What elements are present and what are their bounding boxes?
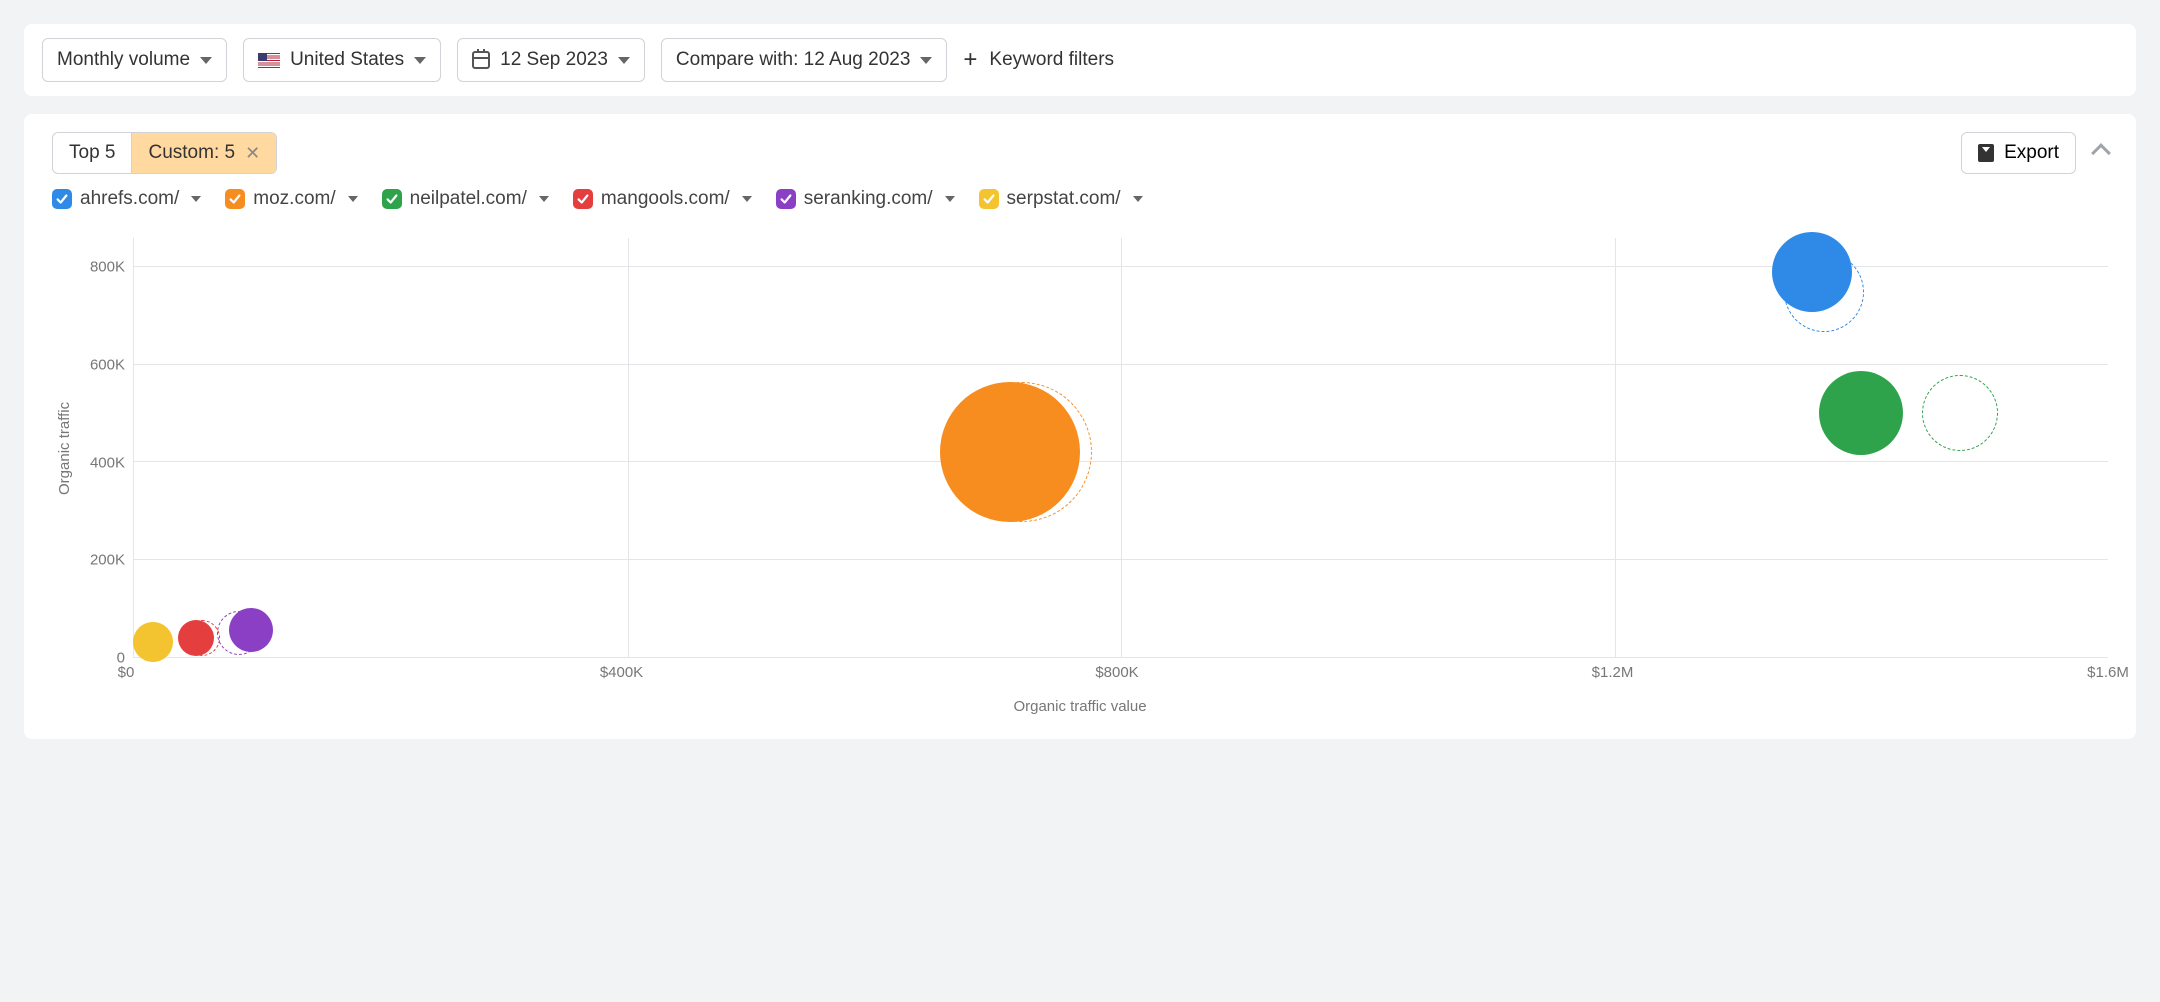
legend-label: moz.com/ [253,188,335,210]
checkbox-icon [382,189,402,209]
compare-dropdown[interactable]: Compare with: 12 Aug 2023 [661,38,948,82]
chart-bubble[interactable] [133,622,173,662]
calendar-icon [472,51,490,69]
volume-label: Monthly volume [57,49,190,71]
chart-bubble[interactable] [178,620,214,656]
legend-item[interactable]: mangools.com/ [573,188,752,210]
volume-dropdown[interactable]: Monthly volume [42,38,227,82]
x-tick: $1.2M [1592,664,1634,681]
chart-bubble[interactable] [1772,232,1852,312]
x-tick: $800K [1095,664,1138,681]
close-icon[interactable]: ✕ [245,143,260,164]
competitor-tab-group: Top 5 Custom: 5 ✕ [52,132,277,174]
legend-item[interactable]: seranking.com/ [776,188,955,210]
legend-label: seranking.com/ [804,188,933,210]
download-icon [1978,144,1994,162]
us-flag-icon [258,53,280,68]
caret-down-icon [920,57,932,64]
tab-custom[interactable]: Custom: 5 ✕ [132,133,276,173]
legend-label: neilpatel.com/ [410,188,527,210]
chart-bubble[interactable] [940,382,1080,522]
chart-legend: ahrefs.com/moz.com/neilpatel.com/mangool… [52,188,2108,210]
x-tick: $1.6M [2087,664,2129,681]
plus-icon: + [963,48,977,72]
country-label: United States [290,49,404,71]
y-tick: 600K [90,356,125,373]
chart-plot[interactable] [133,238,2108,658]
caret-down-icon [618,57,630,64]
legend-item[interactable]: ahrefs.com/ [52,188,201,210]
x-tick: $400K [600,664,643,681]
legend-item[interactable]: neilpatel.com/ [382,188,549,210]
keyword-filters-label: Keyword filters [989,49,1114,71]
chart-bubble[interactable] [1922,375,1998,451]
caret-down-icon [1133,196,1143,202]
checkbox-icon [52,189,72,209]
chart-panel: Top 5 Custom: 5 ✕ Export ahrefs.com/moz.… [24,114,2136,739]
y-tick: 200K [90,552,125,569]
legend-label: ahrefs.com/ [80,188,179,210]
checkbox-icon [225,189,245,209]
tab-top5[interactable]: Top 5 [53,133,132,173]
compare-label: Compare with: 12 Aug 2023 [676,49,911,71]
caret-down-icon [348,196,358,202]
filter-bar: Monthly volume United States 12 Sep 2023… [24,24,2136,96]
caret-down-icon [191,196,201,202]
gridline [1615,238,1616,657]
checkbox-icon [573,189,593,209]
gridline [1121,238,1122,657]
checkbox-icon [776,189,796,209]
legend-item[interactable]: moz.com/ [225,188,357,210]
caret-down-icon [200,57,212,64]
caret-down-icon [539,196,549,202]
y-tick: 400K [90,454,125,471]
x-axis-label: Organic traffic value [52,698,2108,715]
chart-area: Organic traffic 0200K400K600K800K [52,238,2108,658]
chart-bubble[interactable] [229,608,273,652]
legend-label: serpstat.com/ [1007,188,1121,210]
legend-label: mangools.com/ [601,188,730,210]
export-button[interactable]: Export [1961,132,2076,174]
country-dropdown[interactable]: United States [243,38,441,82]
y-axis-label: Organic traffic [52,238,77,658]
keyword-filters-button[interactable]: + Keyword filters [963,48,1114,72]
caret-down-icon [414,57,426,64]
caret-down-icon [742,196,752,202]
x-tick: $0 [118,664,135,681]
checkbox-icon [979,189,999,209]
date-label: 12 Sep 2023 [500,49,608,71]
chart-bubble[interactable] [1819,371,1903,455]
legend-item[interactable]: serpstat.com/ [979,188,1143,210]
collapse-chevron-icon[interactable] [2091,143,2111,163]
caret-down-icon [945,196,955,202]
y-axis: 0200K400K600K800K [77,238,133,658]
date-dropdown[interactable]: 12 Sep 2023 [457,38,645,82]
gridline [628,238,629,657]
y-tick: 800K [90,259,125,276]
x-axis: $0$400K$800K$1.2M$1.6M [126,664,2108,690]
